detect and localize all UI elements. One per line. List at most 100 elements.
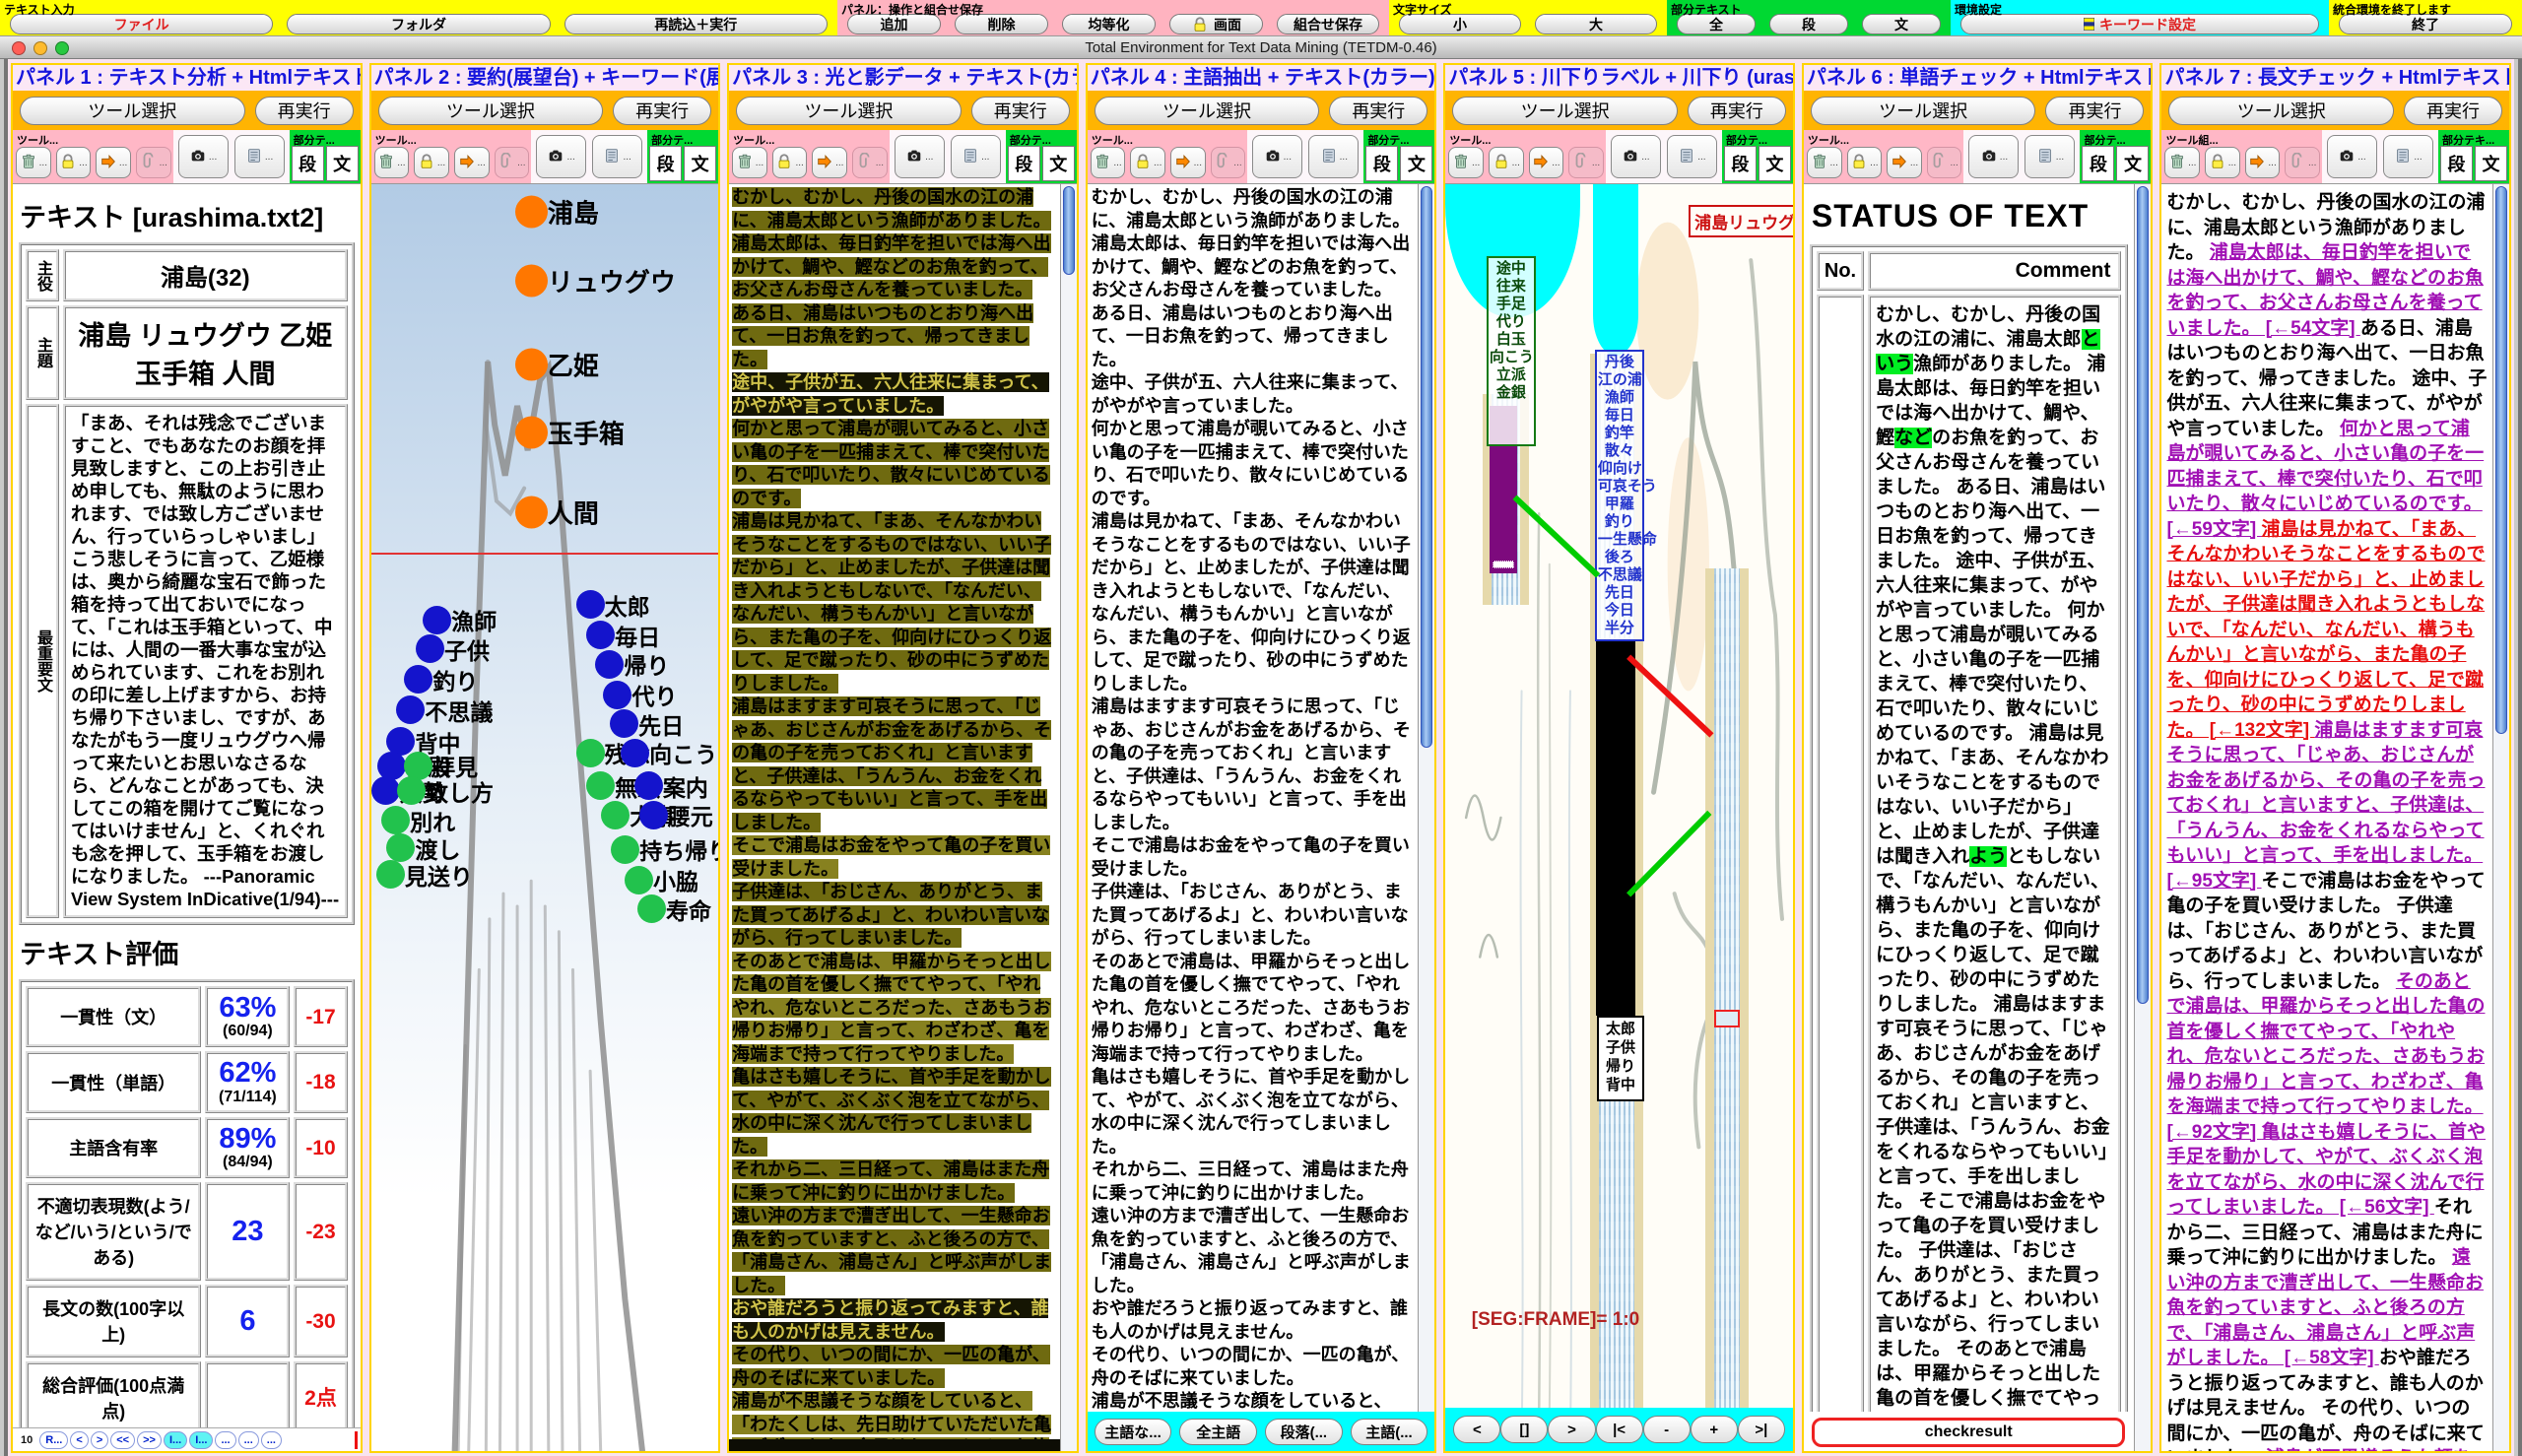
rerun-button[interactable]: 再実行 bbox=[971, 97, 1070, 125]
arrow-tool-button[interactable]: ... bbox=[2245, 147, 2281, 178]
subject-nav-button[interactable]: 主語(... bbox=[1351, 1419, 1428, 1445]
lock-tool-button[interactable]: ... bbox=[1489, 147, 1524, 178]
zoom-window-button[interactable] bbox=[55, 41, 69, 55]
lock-tool-button[interactable]: ... bbox=[1847, 147, 1883, 178]
scrollbar[interactable] bbox=[2134, 184, 2151, 1451]
arrow-tool-button[interactable]: ... bbox=[812, 147, 847, 178]
sentence-unit-button[interactable]: 文 bbox=[326, 146, 359, 181]
mini-nav-button[interactable]: 10 bbox=[16, 1431, 37, 1449]
mini-nav-button[interactable]: > bbox=[91, 1431, 108, 1449]
scrollbar[interactable] bbox=[1418, 184, 1434, 1451]
sentence-unit-button[interactable]: 文 bbox=[2475, 146, 2507, 181]
checkresult-button[interactable]: checkresult bbox=[1812, 1418, 2126, 1447]
keyword-dot[interactable] bbox=[576, 739, 605, 767]
river-nav-button[interactable]: - bbox=[1643, 1416, 1691, 1443]
reload-execute-button[interactable]: 再読込＋実行 bbox=[564, 14, 828, 34]
keyword-dot[interactable] bbox=[634, 771, 663, 800]
close-window-button[interactable] bbox=[12, 41, 26, 55]
rerun-button[interactable]: 再実行 bbox=[2045, 97, 2144, 125]
river-nav-button[interactable]: + bbox=[1691, 1416, 1738, 1443]
keyword-settings-button[interactable]: キーワード設定 bbox=[1960, 14, 2319, 34]
tool-select-button[interactable]: ツール選択 bbox=[736, 97, 962, 125]
keyword-dot[interactable] bbox=[515, 264, 548, 297]
camera-tool-button[interactable]: ... bbox=[1252, 135, 1302, 178]
paragraph-unit-button[interactable]: 段 bbox=[2440, 146, 2473, 181]
lock-tool-button[interactable]: ... bbox=[56, 147, 92, 178]
keyword-dot[interactable] bbox=[603, 681, 631, 709]
scrollbar-thumb[interactable] bbox=[1421, 186, 1432, 748]
keyword-dot[interactable] bbox=[625, 866, 653, 894]
equalize-button[interactable]: 均等化 bbox=[1062, 14, 1156, 34]
tool-select-button[interactable]: ツール選択 bbox=[1095, 97, 1320, 125]
tool-select-button[interactable]: ツール選択 bbox=[378, 97, 604, 125]
keyword-dot[interactable] bbox=[586, 771, 615, 800]
paragraph-unit-button[interactable]: 段 bbox=[649, 146, 682, 181]
sentence-unit-button[interactable]: 文 bbox=[1400, 146, 1432, 181]
river-nav-button[interactable]: >| bbox=[1738, 1416, 1785, 1443]
save-combination-button[interactable]: 組合せ保存 bbox=[1277, 14, 1379, 34]
camera-tool-button[interactable]: ... bbox=[895, 135, 945, 178]
part-paragraph-button[interactable]: 段 bbox=[1769, 14, 1848, 34]
mini-nav-button[interactable]: R... bbox=[39, 1431, 68, 1449]
paragraph-unit-button[interactable]: 段 bbox=[1365, 146, 1398, 181]
river-nav-button[interactable]: [] bbox=[1500, 1416, 1548, 1443]
river-nav-button[interactable]: |< bbox=[1596, 1416, 1643, 1443]
doc-tool-button[interactable]: ... bbox=[1308, 135, 1359, 178]
camera-tool-button[interactable]: ... bbox=[1611, 135, 1661, 178]
scrollbar[interactable] bbox=[2492, 184, 2509, 1451]
mini-nav-button[interactable]: ... bbox=[215, 1431, 235, 1449]
keyword-dot[interactable] bbox=[637, 894, 666, 923]
doc-tool-button[interactable]: ... bbox=[1667, 135, 1717, 178]
doc-tool-button[interactable]: ... bbox=[234, 135, 285, 178]
lock-tool-button[interactable]: ... bbox=[772, 147, 808, 178]
scrollbar[interactable] bbox=[1060, 184, 1077, 1451]
mini-nav-button[interactable]: ... bbox=[238, 1431, 259, 1449]
camera-tool-button[interactable]: ... bbox=[1968, 135, 2019, 178]
keyword-dot[interactable] bbox=[371, 776, 400, 805]
sentence-unit-button[interactable]: 文 bbox=[1042, 146, 1075, 181]
trash-tool-button[interactable]: ... bbox=[732, 147, 767, 178]
paragraph-unit-button[interactable]: 段 bbox=[1008, 146, 1040, 181]
folder-button[interactable]: フォルダ bbox=[287, 14, 550, 34]
tool-select-button[interactable]: ツール選択 bbox=[1811, 97, 2036, 125]
camera-tool-button[interactable]: ... bbox=[2327, 135, 2377, 178]
font-large-button[interactable]: 大 bbox=[1535, 14, 1657, 34]
rerun-button[interactable]: 再実行 bbox=[1688, 97, 1786, 125]
minimize-window-button[interactable] bbox=[33, 41, 47, 55]
keyword-dot[interactable] bbox=[515, 196, 548, 229]
keyword-dot[interactable] bbox=[404, 665, 432, 694]
paragraph-unit-button[interactable]: 段 bbox=[292, 146, 324, 181]
lock-tool-button[interactable]: ... bbox=[2205, 147, 2240, 178]
sentence-unit-button[interactable]: 文 bbox=[2116, 146, 2149, 181]
keyword-dot[interactable] bbox=[381, 806, 410, 834]
river-nav-button[interactable]: < bbox=[1453, 1416, 1500, 1443]
keyword-dot[interactable] bbox=[639, 801, 668, 829]
arrow-tool-button[interactable]: ... bbox=[454, 147, 490, 178]
doc-tool-button[interactable]: ... bbox=[2383, 135, 2433, 178]
scrollbar-thumb[interactable] bbox=[1063, 186, 1075, 275]
trash-tool-button[interactable]: ... bbox=[1091, 147, 1126, 178]
part-sentence-button[interactable]: 文 bbox=[1862, 14, 1941, 34]
paragraph-unit-button[interactable]: 段 bbox=[1724, 146, 1757, 181]
keyword-dot[interactable] bbox=[576, 590, 605, 619]
rerun-button[interactable]: 再実行 bbox=[1329, 97, 1427, 125]
scrollbar-thumb[interactable] bbox=[2137, 186, 2149, 1004]
mini-nav-button[interactable]: I... bbox=[189, 1431, 213, 1449]
trash-tool-button[interactable]: ... bbox=[2164, 147, 2200, 178]
sentence-unit-button[interactable]: 文 bbox=[684, 146, 716, 181]
keyword-dot[interactable] bbox=[595, 650, 624, 679]
keyword-dot[interactable] bbox=[396, 695, 425, 724]
keyword-dot[interactable] bbox=[601, 801, 630, 829]
doc-tool-button[interactable]: ... bbox=[592, 135, 642, 178]
trash-tool-button[interactable]: ... bbox=[1807, 147, 1842, 178]
keyword-dot[interactable] bbox=[515, 496, 548, 529]
trash-tool-button[interactable]: ... bbox=[374, 147, 410, 178]
river-nav-button[interactable]: > bbox=[1548, 1416, 1595, 1443]
paragraph-unit-button[interactable]: 段 bbox=[2082, 146, 2114, 181]
rerun-button[interactable]: 再実行 bbox=[255, 97, 354, 125]
subject-nav-button[interactable]: 主語な... bbox=[1095, 1419, 1172, 1445]
mini-nav-button[interactable]: I... bbox=[164, 1431, 187, 1449]
subject-nav-button[interactable]: 段落(... bbox=[1265, 1419, 1343, 1445]
doc-tool-button[interactable]: ... bbox=[2024, 135, 2075, 178]
tool-select-button[interactable]: ツール選択 bbox=[1452, 97, 1678, 125]
